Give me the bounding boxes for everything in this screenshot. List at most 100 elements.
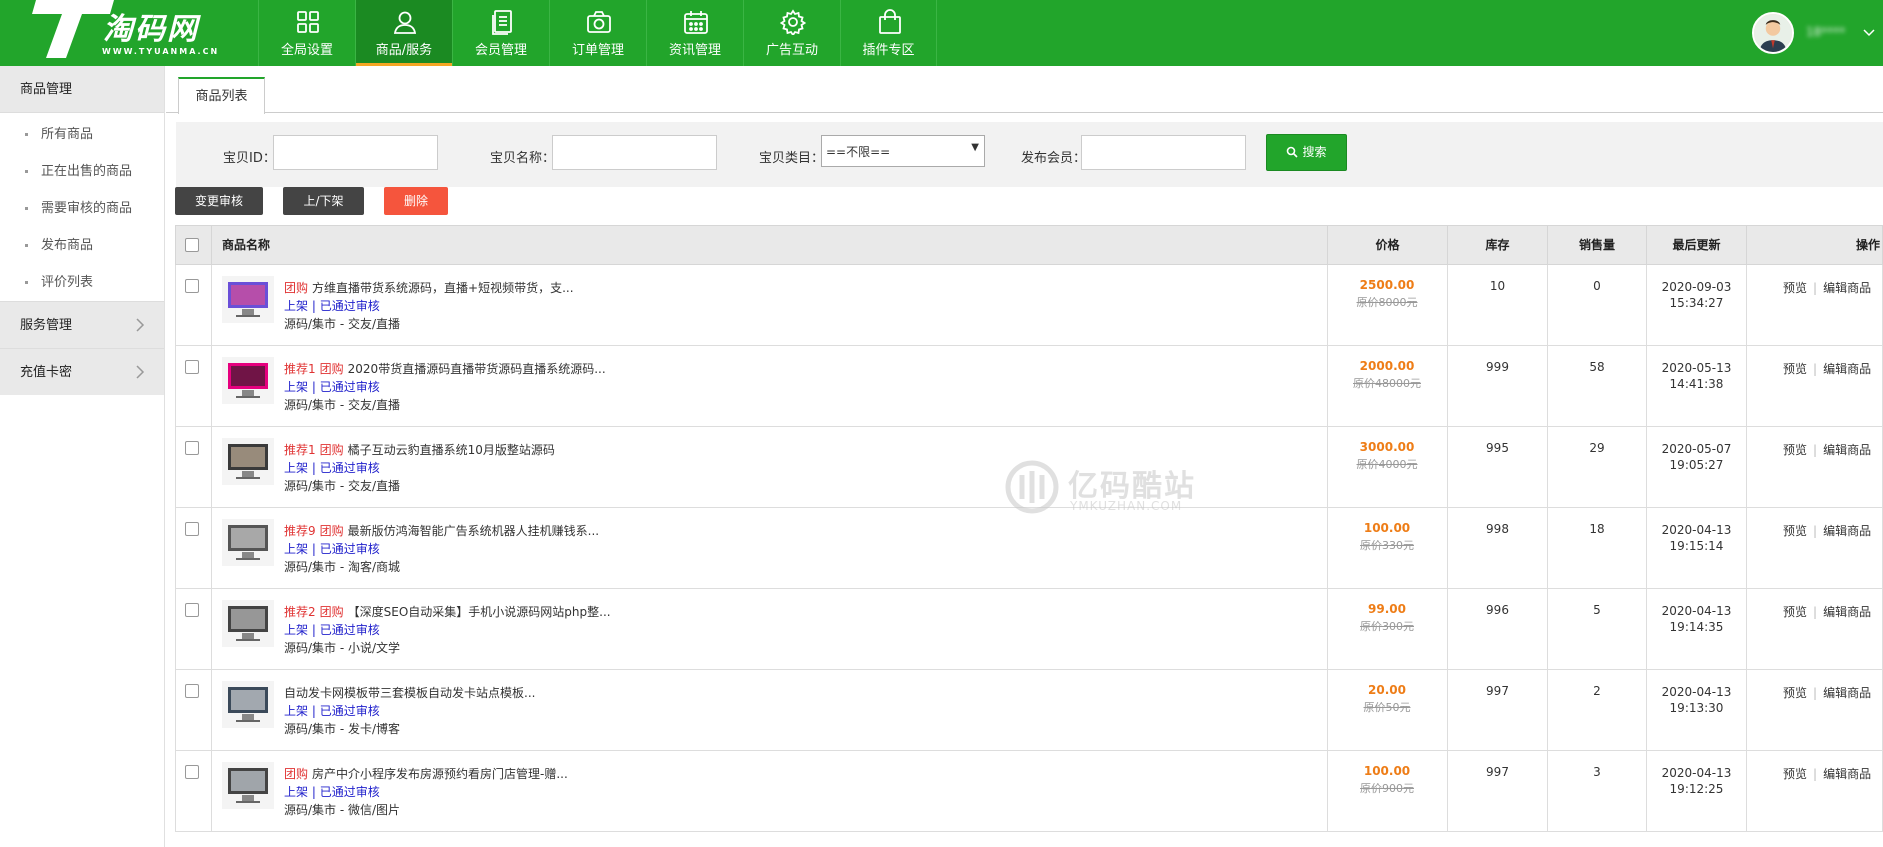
sidebar-item-on-sale[interactable]: 正在出售的商品 bbox=[0, 153, 164, 190]
preview-link[interactable]: 预览 bbox=[1783, 524, 1807, 538]
updated-time: 19:13:30 bbox=[1669, 701, 1724, 715]
nav-goods-services[interactable]: 商品/服务 bbox=[355, 0, 452, 66]
table-row: 自动发卡网模板带三套模板自动发卡站点模板... 上架 | 已通过审核 源码/集市… bbox=[175, 670, 1883, 751]
preview-link[interactable]: 预览 bbox=[1783, 281, 1807, 295]
sidebar-group-recharge-cards[interactable]: 充值卡密 bbox=[0, 348, 164, 395]
goods-name-input[interactable] bbox=[552, 135, 717, 170]
goods-stock: 997 bbox=[1486, 765, 1509, 779]
sales-cell: 5 bbox=[1547, 589, 1646, 669]
goods-thumbnail[interactable] bbox=[222, 276, 274, 323]
goods-title-link[interactable]: 房产中介小程序发布房源预约看房门店管理-赠... bbox=[312, 767, 568, 781]
goods-tag: 推荐9 bbox=[284, 524, 316, 538]
updated-cell: 2020-04-13 19:14:35 bbox=[1646, 589, 1746, 669]
preview-link[interactable]: 预览 bbox=[1783, 362, 1807, 376]
edit-goods-link[interactable]: 编辑商品 bbox=[1823, 686, 1871, 700]
tab-bar: 商品列表 bbox=[166, 66, 1883, 114]
goods-title-link[interactable]: 2020带货直播源码直播带货源码直播系统源码... bbox=[348, 362, 606, 376]
separator: | bbox=[1813, 524, 1818, 538]
goods-title-link[interactable]: 方维直播带货系统源码，直播+短视频带货，支... bbox=[312, 281, 574, 295]
sidebar-group-label: 服务管理 bbox=[20, 318, 73, 333]
row-checkbox[interactable] bbox=[185, 441, 199, 455]
nav-global-settings[interactable]: 全局设置 bbox=[258, 0, 355, 66]
preview-link[interactable]: 预览 bbox=[1783, 443, 1807, 457]
sidebar-item-publish-goods[interactable]: 发布商品 bbox=[0, 227, 164, 264]
change-review-button[interactable]: 变更审核 bbox=[175, 187, 263, 215]
goods-original-price: 原价48000元 bbox=[1353, 377, 1421, 390]
select-all-checkbox[interactable] bbox=[185, 238, 199, 252]
goods-tag: 推荐1 bbox=[284, 362, 316, 376]
stock-cell: 996 bbox=[1447, 589, 1547, 669]
goods-status: 上架 | 已通过审核 bbox=[284, 461, 380, 475]
goods-original-price: 原价8000元 bbox=[1356, 296, 1418, 309]
nav-ad-interaction[interactable]: 广告互动 bbox=[743, 0, 840, 66]
goods-name-cell: 推荐1 团购 橘子互动云豹直播系统10月版整站源码 上架 | 已通过审核 源码/集市… bbox=[211, 427, 1327, 507]
price-cell: 100.00 原价900元 bbox=[1327, 751, 1447, 831]
goods-status: 上架 | 已通过审核 bbox=[284, 785, 380, 799]
table-row: 推荐1 团购 橘子互动云豹直播系统10月版整站源码 上架 | 已通过审核 源码/集市… bbox=[175, 427, 1883, 508]
goods-thumbnail[interactable] bbox=[222, 519, 274, 566]
table-row: 推荐2 团购 【深度SEO自动采集】手机小说源码网站php整... 上架 | 已通过… bbox=[175, 589, 1883, 670]
edit-goods-link[interactable]: 编辑商品 bbox=[1823, 605, 1871, 619]
preview-link[interactable]: 预览 bbox=[1783, 686, 1807, 700]
goods-thumbnail[interactable] bbox=[222, 681, 274, 728]
goods-status: 上架 | 已通过审核 bbox=[284, 704, 380, 718]
shelf-status: 上架 bbox=[284, 542, 309, 556]
nav-order-management[interactable]: 订单管理 bbox=[549, 0, 646, 66]
col-header-ops: 操作 bbox=[1746, 226, 1883, 264]
sidebar-title[interactable]: 商品管理 bbox=[0, 66, 164, 113]
goods-price: 100.00 bbox=[1363, 521, 1411, 535]
goods-title-link[interactable]: 【深度SEO自动采集】手机小说源码网站php整... bbox=[348, 605, 611, 619]
tab-goods-list[interactable]: 商品列表 bbox=[178, 77, 265, 114]
preview-link[interactable]: 预览 bbox=[1783, 767, 1807, 781]
preview-link[interactable]: 预览 bbox=[1783, 605, 1807, 619]
row-checkbox[interactable] bbox=[185, 522, 199, 536]
updated-date: 2020-05-07 bbox=[1661, 442, 1732, 456]
sidebar-item-reviews[interactable]: 评价列表 bbox=[0, 264, 164, 301]
edit-goods-link[interactable]: 编辑商品 bbox=[1823, 362, 1871, 376]
goods-title-link[interactable]: 自动发卡网模板带三套模板自动发卡站点模板... bbox=[284, 686, 535, 700]
goods-thumbnail[interactable] bbox=[222, 357, 274, 404]
goods-category-select[interactable]: ==不限== ▼ bbox=[821, 135, 985, 167]
edit-goods-link[interactable]: 编辑商品 bbox=[1823, 767, 1871, 781]
nav-news-management[interactable]: 资讯管理 bbox=[646, 0, 743, 66]
sidebar-item-all-goods[interactable]: 所有商品 bbox=[0, 116, 164, 153]
sidebar: 商品管理 所有商品 正在出售的商品 需要审核的商品 发布商品 评价列表 服务管理… bbox=[0, 66, 165, 847]
goods-stock: 999 bbox=[1486, 360, 1509, 374]
publisher-input[interactable] bbox=[1081, 135, 1246, 170]
nav-plugins[interactable]: 插件专区 bbox=[840, 0, 937, 66]
document-list-icon bbox=[492, 10, 512, 35]
avatar[interactable] bbox=[1752, 12, 1794, 54]
goods-thumbnail[interactable] bbox=[222, 762, 274, 809]
sidebar-item-pending-review[interactable]: 需要审核的商品 bbox=[0, 190, 164, 227]
chevron-down-icon[interactable] bbox=[1862, 26, 1876, 40]
goods-updated: 2020-04-13 19:15:14 bbox=[1647, 522, 1746, 554]
edit-goods-link[interactable]: 编辑商品 bbox=[1823, 281, 1871, 295]
logo[interactable]: 淘码网 WWW.TYUANMA.CN bbox=[0, 0, 258, 66]
ops-cell: 预览 | 编辑商品 bbox=[1746, 265, 1883, 345]
edit-goods-link[interactable]: 编辑商品 bbox=[1823, 443, 1871, 457]
toggle-shelf-button[interactable]: 上/下架 bbox=[283, 187, 364, 215]
goods-title-link[interactable]: 最新版仿鸿海智能广告系统机器人挂机赚钱系... bbox=[348, 524, 599, 538]
goods-title-link[interactable]: 橘子互动云豹直播系统10月版整站源码 bbox=[348, 443, 555, 457]
edit-goods-link[interactable]: 编辑商品 bbox=[1823, 524, 1871, 538]
goods-name-cell: 推荐2 团购 【深度SEO自动采集】手机小说源码网站php整... 上架 | 已通过… bbox=[211, 589, 1327, 669]
search-button[interactable]: 搜索 bbox=[1266, 134, 1347, 171]
row-checkbox[interactable] bbox=[185, 765, 199, 779]
row-actions: 预览 | 编辑商品 bbox=[1783, 522, 1871, 539]
row-checkbox[interactable] bbox=[185, 360, 199, 374]
row-checkbox[interactable] bbox=[185, 684, 199, 698]
goods-stock: 10 bbox=[1489, 279, 1506, 293]
row-checkbox[interactable] bbox=[185, 603, 199, 617]
goods-thumbnail[interactable] bbox=[222, 438, 274, 485]
nav-label: 资讯管理 bbox=[668, 43, 721, 58]
gear-icon bbox=[780, 9, 806, 35]
username[interactable]: 18**** bbox=[1806, 25, 1845, 39]
row-checkbox[interactable] bbox=[185, 279, 199, 293]
delete-button[interactable]: 删除 bbox=[384, 187, 448, 215]
nav-member-management[interactable]: 会员管理 bbox=[452, 0, 549, 66]
goods-updated: 2020-05-07 19:05:27 bbox=[1647, 441, 1746, 473]
goods-thumbnail[interactable] bbox=[222, 600, 274, 647]
goods-id-input[interactable] bbox=[273, 135, 438, 170]
sidebar-group-services[interactable]: 服务管理 bbox=[0, 301, 164, 348]
goods-sales: 58 bbox=[1589, 360, 1605, 374]
